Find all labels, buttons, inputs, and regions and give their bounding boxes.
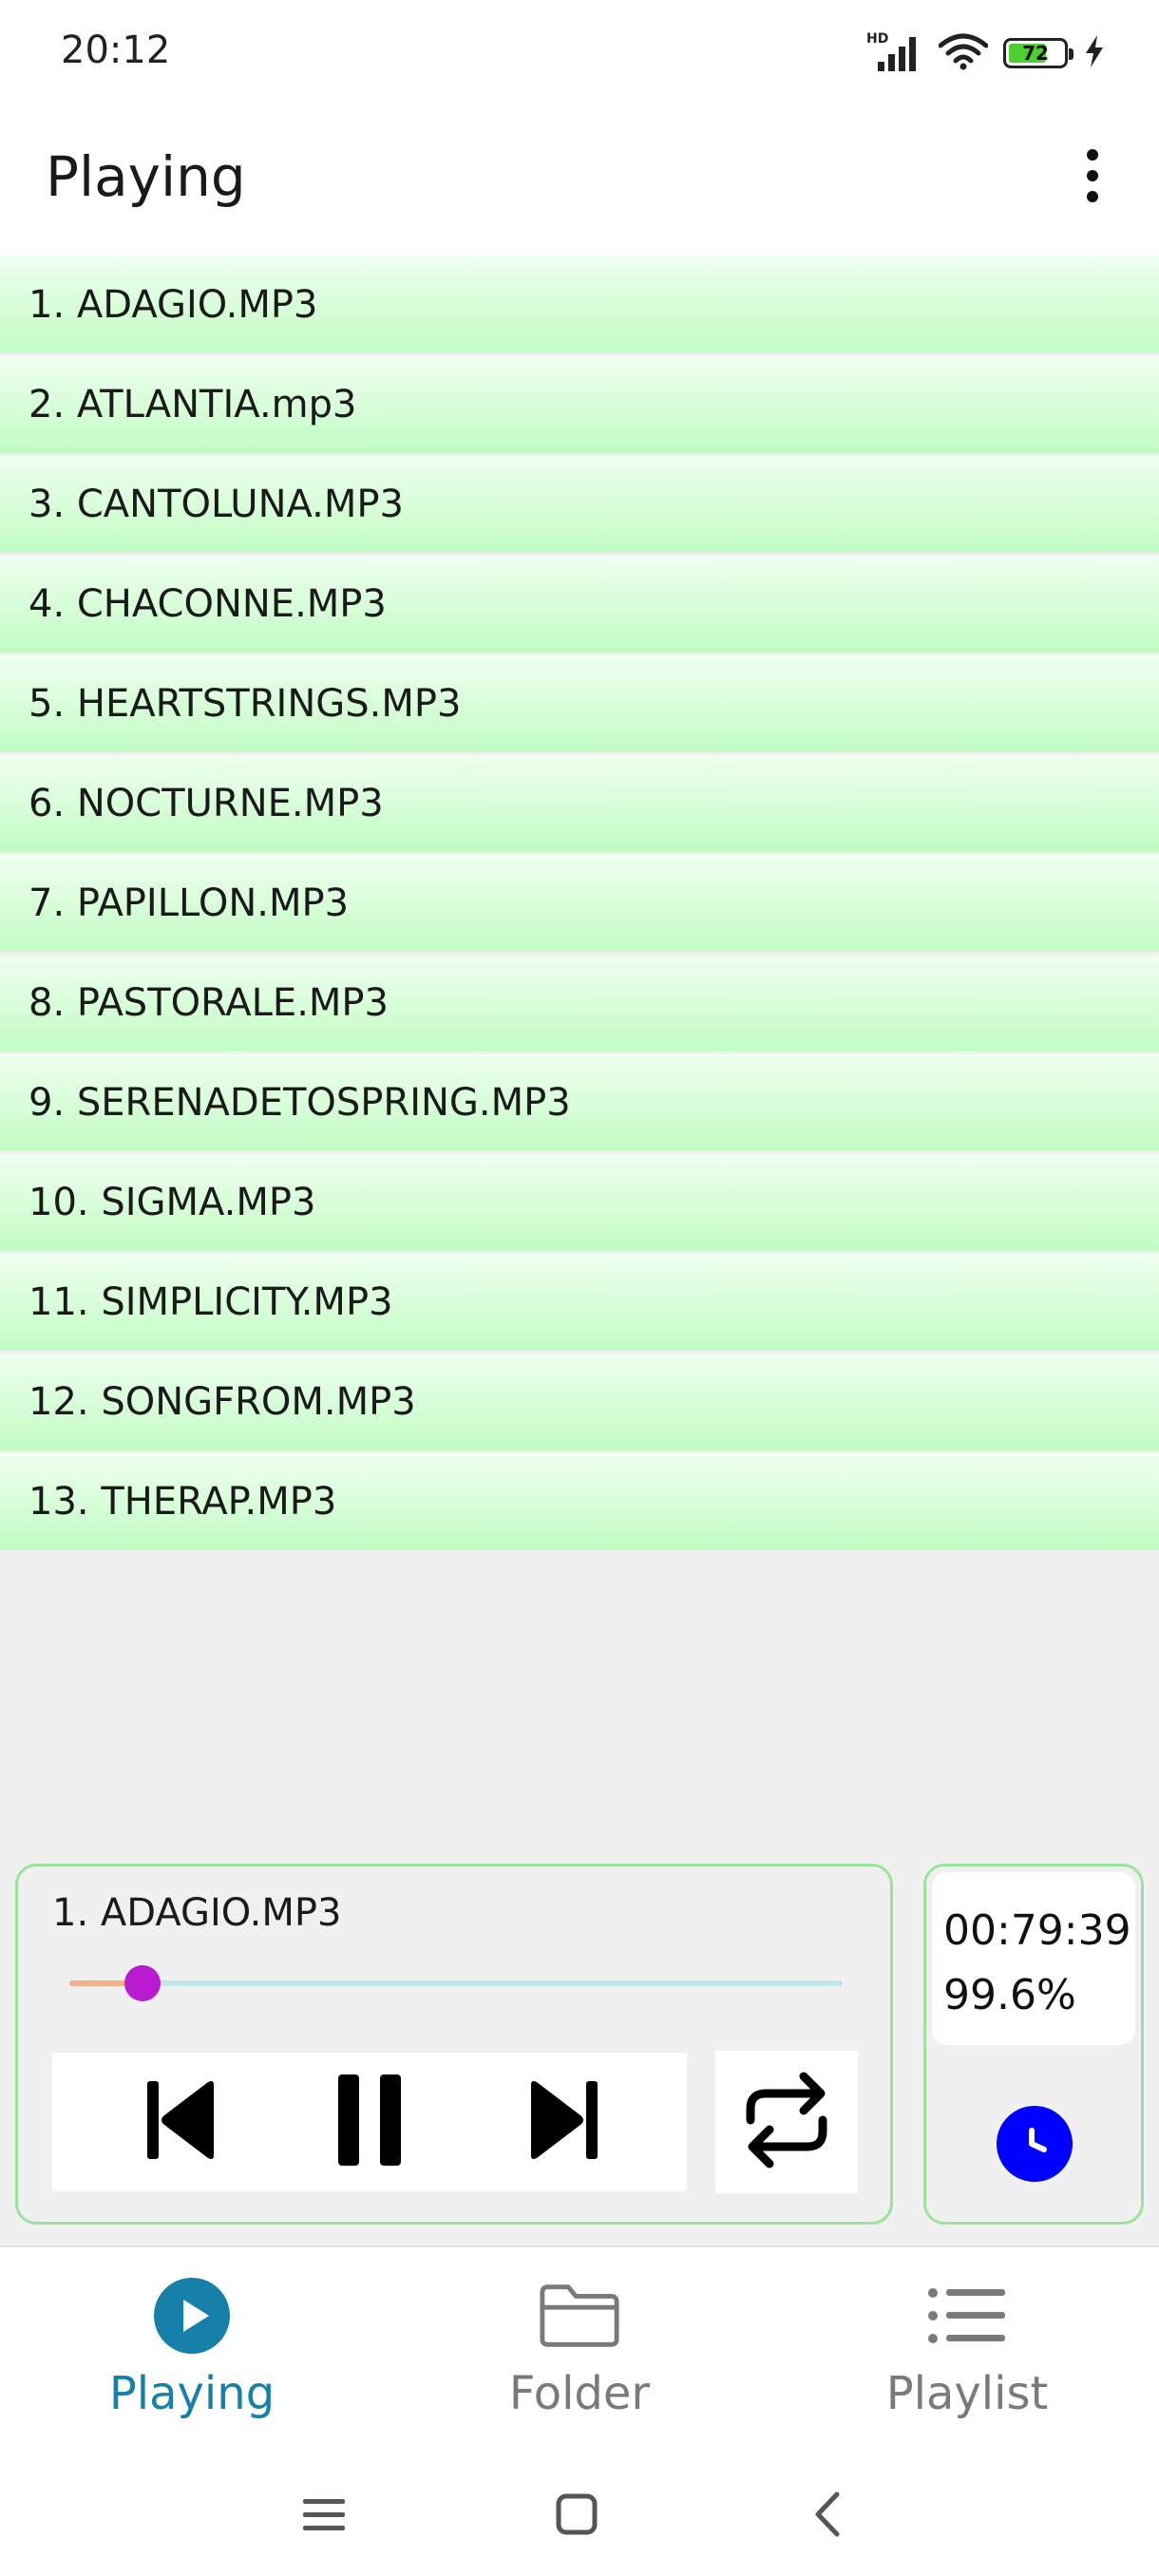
track-label: 7. PAPILLON.MP3 <box>28 881 350 925</box>
wifi-icon <box>938 32 989 74</box>
nav-label-folder: Folder <box>508 2367 651 2420</box>
track-label: 12. SONGFROM.MP3 <box>28 1380 416 1424</box>
battery-level: 72 <box>1022 42 1049 65</box>
track-item[interactable]: 7. PAPILLON.MP3 <box>0 855 1159 952</box>
skip-previous-icon <box>145 2079 218 2165</box>
page-title: Playing <box>46 144 246 209</box>
back-chevron-icon <box>810 2491 845 2542</box>
track-label: 5. HEARTSTRINGS.MP3 <box>28 682 462 726</box>
track-item[interactable]: 12. SONGFROM.MP3 <box>0 1354 1159 1450</box>
app-bar: Playing <box>0 114 1159 256</box>
folder-icon <box>537 2276 622 2356</box>
system-navigation <box>0 2454 1159 2576</box>
track-item[interactable]: 5. HEARTSTRINGS.MP3 <box>0 655 1159 752</box>
player-panel: 1. ADAGIO.MP3 <box>15 1864 893 2225</box>
status-bar: 20:12 HD 72 <box>0 0 1159 114</box>
track-label: 13. THERAP.MP3 <box>28 1480 337 1524</box>
app-screen: 20:12 HD 72 Playing 1. ADAGIO.MP3 2. ATL… <box>0 0 1159 2576</box>
playlist-icon <box>924 2276 1010 2356</box>
status-time: 20:12 <box>61 28 171 72</box>
back-button[interactable] <box>785 2473 870 2559</box>
nav-label-playlist: Playlist <box>885 2367 1049 2420</box>
track-item[interactable]: 6. NOCTURNE.MP3 <box>0 755 1159 852</box>
charging-icon <box>1083 34 1106 72</box>
track-label: 4. CHACONNE.MP3 <box>28 582 387 626</box>
clock-icon <box>1016 2123 1054 2165</box>
seek-bar-thumb[interactable] <box>124 1965 161 2001</box>
menu-dot <box>1087 149 1098 161</box>
more-vert-icon[interactable] <box>1064 142 1121 209</box>
battery-cap <box>1069 48 1074 60</box>
repeat-icon <box>741 2071 832 2173</box>
home-button[interactable] <box>534 2473 619 2559</box>
seek-bar[interactable] <box>69 1965 843 2001</box>
battery-icon: 72 <box>1003 38 1074 68</box>
track-list: 1. ADAGIO.MP3 2. ATLANTIA.mp3 3. CANTOLU… <box>0 256 1159 1553</box>
sleep-timer-button[interactable] <box>997 2106 1073 2182</box>
track-item[interactable]: 2. ATLANTIA.mp3 <box>0 356 1159 453</box>
track-item[interactable]: 4. CHACONNE.MP3 <box>0 556 1159 653</box>
track-label: 9. SERENADETOSPRING.MP3 <box>28 1081 571 1125</box>
track-label: 1. ADAGIO.MP3 <box>28 283 318 327</box>
repeat-button[interactable] <box>715 2051 858 2193</box>
track-label: 11. SIMPLICITY.MP3 <box>28 1280 393 1324</box>
track-label: 3. CANTOLUNA.MP3 <box>28 483 404 526</box>
previous-button[interactable] <box>115 2053 248 2191</box>
pause-icon <box>336 2073 403 2171</box>
track-item[interactable]: 1. ADAGIO.MP3 <box>0 256 1159 353</box>
timer-time: 00:79:39 <box>943 1906 1131 1955</box>
track-label: 8. PASTORALE.MP3 <box>28 981 390 1025</box>
nav-item-playing[interactable]: Playing <box>49 2247 334 2456</box>
pause-button[interactable] <box>303 2053 436 2191</box>
timer-card: 00:79:39 99.6% <box>932 1872 1135 2045</box>
bottom-navigation: Playing Folder Playlist <box>0 2245 1159 2454</box>
track-item[interactable]: 3. CANTOLUNA.MP3 <box>0 456 1159 553</box>
menu-dot <box>1087 170 1098 181</box>
track-item[interactable]: 10. SIGMA.MP3 <box>0 1154 1159 1251</box>
track-item[interactable]: 9. SERENADETOSPRING.MP3 <box>0 1054 1159 1151</box>
nav-item-folder[interactable]: Folder <box>437 2247 722 2456</box>
sleep-timer-panel: 00:79:39 99.6% <box>923 1864 1144 2225</box>
status-icons: HD 72 <box>866 31 1106 74</box>
track-item[interactable]: 8. PASTORALE.MP3 <box>0 955 1159 1051</box>
menu-dot <box>1087 191 1098 202</box>
track-label: 6. NOCTURNE.MP3 <box>28 782 384 825</box>
menu-icon <box>301 2495 347 2537</box>
now-playing-title: 1. ADAGIO.MP3 <box>52 1891 342 1935</box>
cellular-signal-icon: HD <box>866 31 923 73</box>
next-button[interactable] <box>497 2053 630 2191</box>
track-item[interactable]: 13. THERAP.MP3 <box>0 1453 1159 1550</box>
recents-button[interactable] <box>281 2473 367 2559</box>
track-item[interactable]: 11. SIMPLICITY.MP3 <box>0 1254 1159 1351</box>
track-label: 2. ATLANTIA.mp3 <box>28 383 357 426</box>
timer-percent: 99.6% <box>943 1971 1076 2019</box>
play-circle-icon <box>149 2276 235 2356</box>
skip-next-icon <box>527 2079 599 2165</box>
home-square-icon <box>555 2492 598 2540</box>
playback-controls <box>52 2053 687 2191</box>
nav-item-playlist[interactable]: Playlist <box>825 2247 1110 2456</box>
nav-label-playing: Playing <box>108 2367 276 2420</box>
track-label: 10. SIGMA.MP3 <box>28 1181 316 1224</box>
